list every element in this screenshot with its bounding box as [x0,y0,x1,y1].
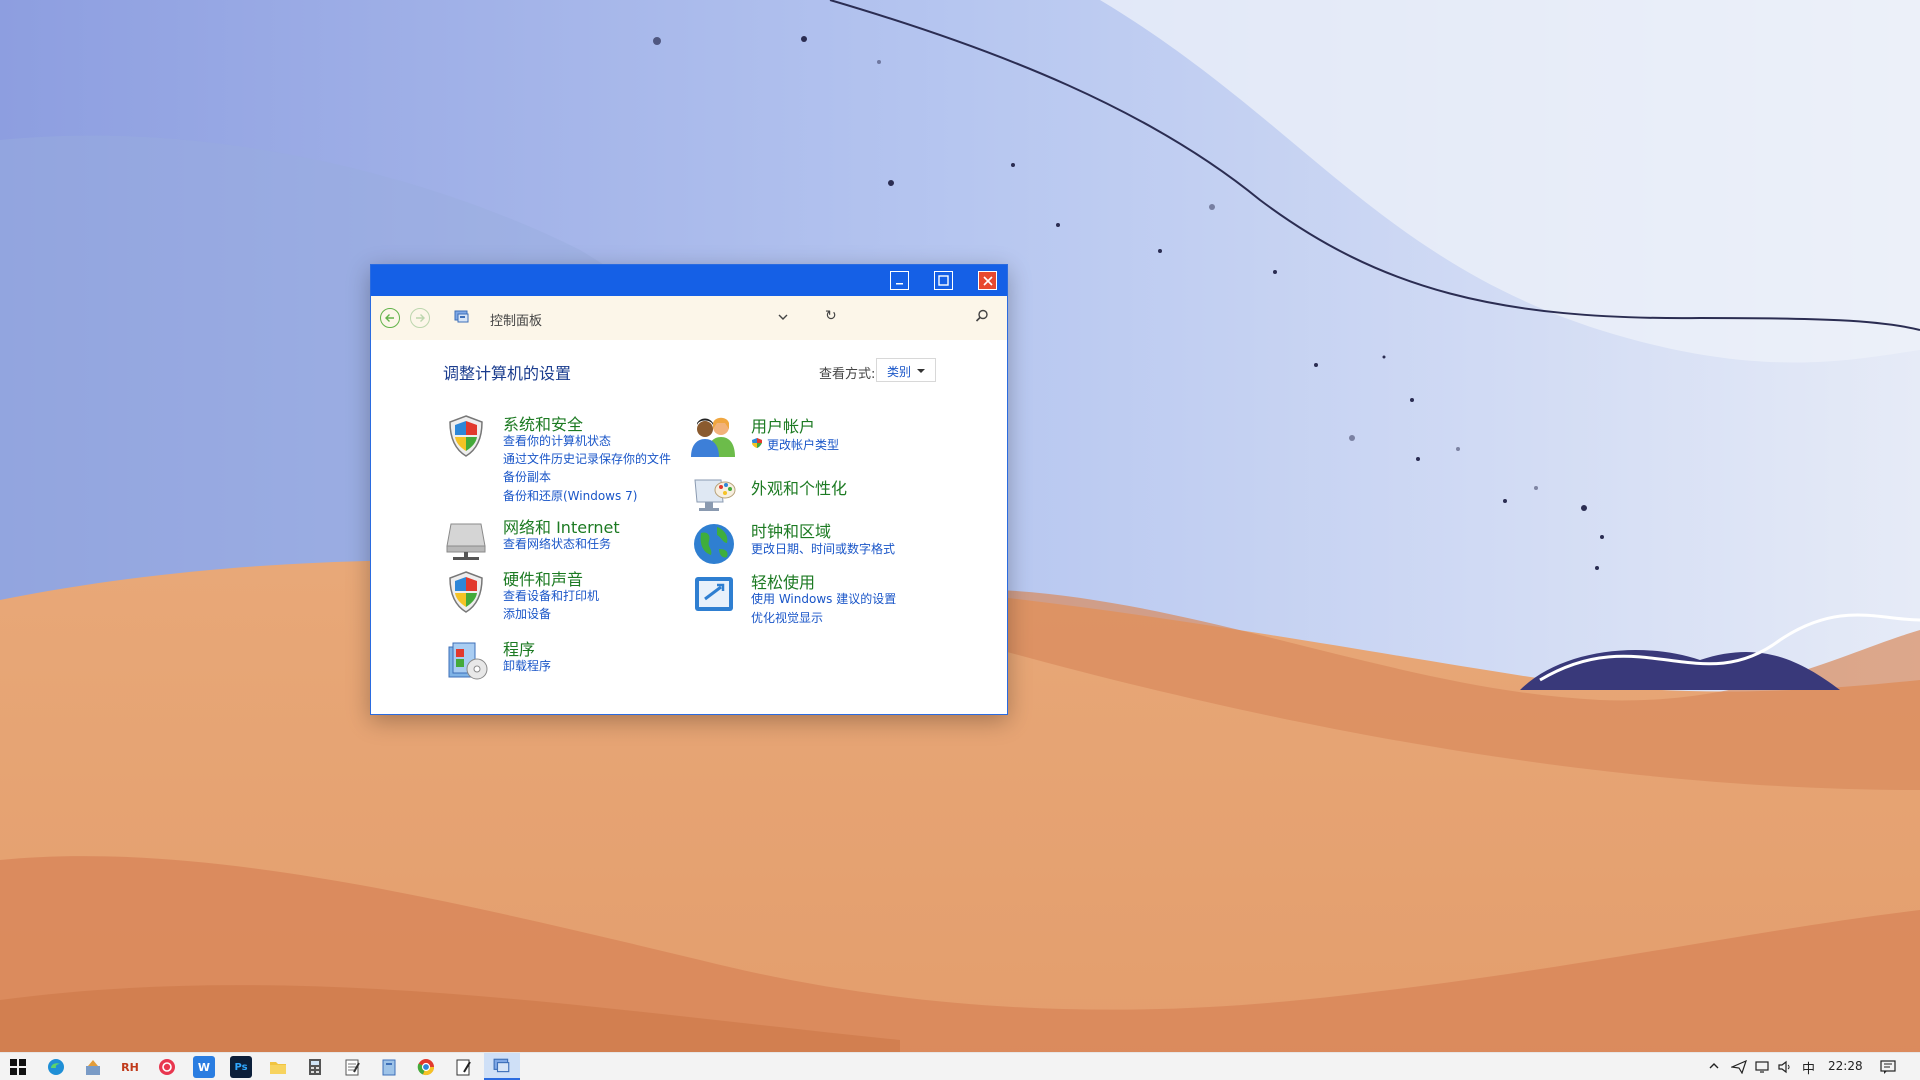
link-uninstall-program[interactable]: 卸载程序 [503,657,551,674]
network-icon[interactable] [1754,1060,1770,1074]
title-bar[interactable] [371,265,1007,296]
control-panel-icon [454,310,469,323]
notepad-button[interactable] [341,1056,363,1078]
explorer-button[interactable] [267,1056,289,1078]
taskbar: RH W Ps 中 22:28 [0,1052,1920,1080]
link-change-date-time[interactable]: 更改日期、时间或数字格式 [751,540,895,557]
link-add-device[interactable]: 添加设备 [503,605,551,622]
refresh-icon[interactable]: ↻ [825,308,837,324]
netease-icon [159,1059,175,1075]
edge-button[interactable] [45,1056,67,1078]
link-network-status[interactable]: 查看网络状态和任务 [503,535,611,552]
rh-button[interactable]: RH [119,1056,141,1078]
category-appearance[interactable]: 外观和个性化 [751,475,847,499]
link-change-account-type[interactable]: 更改帐户类型 [767,436,839,453]
link-file-history[interactable]: 通过文件历史记录保存你的文件备份副本 [503,450,679,486]
close-icon [982,275,993,286]
photoshop-icon: Ps [234,1061,248,1073]
hardware-shield-icon [449,571,483,613]
page-title: 调整计算机的设置 [443,364,572,383]
control-panel-taskbar-icon [493,1058,510,1072]
users-icon [691,417,735,457]
globe-icon [694,524,734,564]
ease-of-access-icon [695,577,733,611]
view-by-dropdown[interactable]: 类别 [876,358,936,382]
app-icon [86,1060,100,1075]
chevron-down-icon[interactable] [777,312,789,322]
volume-icon[interactable] [1777,1060,1793,1074]
editor-icon [456,1059,471,1076]
forward-button[interactable] [410,308,430,328]
control-panel-taskbar-button[interactable] [484,1053,520,1080]
minimize-icon [896,283,903,285]
send-icon[interactable] [1731,1060,1747,1074]
caret-down-icon [917,369,925,373]
link-recommended-settings[interactable]: 使用 Windows 建议的设置 [751,590,896,607]
editor-button[interactable] [452,1056,474,1078]
netease-button[interactable] [156,1056,178,1078]
view-by-label: 查看方式: [819,367,876,382]
maximize-icon [938,275,949,286]
search-icon[interactable] [975,309,989,323]
chrome-icon [417,1059,435,1076]
appearance-icon [694,479,736,511]
navigation-bar: 控制面板 ↻ [371,296,1007,340]
rh-icon: RH [121,1060,139,1074]
shield-icon [449,415,483,457]
programs-icon [448,642,488,680]
minimize-button[interactable] [890,271,909,290]
photoshop-button[interactable]: Ps [230,1056,252,1078]
close-button[interactable] [978,271,997,290]
start-button[interactable] [7,1056,29,1078]
edge-icon [48,1059,64,1075]
ime-indicator[interactable]: 中 [1802,1058,1815,1077]
notification-icon[interactable] [1880,1060,1896,1074]
calculator-icon [309,1059,321,1075]
link-devices-printers[interactable]: 查看设备和打印机 [503,587,599,604]
wps-button[interactable]: W [193,1056,215,1078]
notepad-icon [345,1059,360,1076]
network-drive-icon [446,523,486,560]
view-by-value: 类别 [887,365,912,379]
arrow-right-icon [416,314,425,322]
app-button[interactable] [82,1056,104,1078]
clock[interactable]: 22:28 [1828,1059,1863,1073]
files-icon [382,1059,396,1076]
uac-shield-icon [752,438,762,448]
chrome-button[interactable] [415,1056,437,1078]
files-button[interactable] [378,1056,400,1078]
address-path[interactable]: 控制面板 [490,310,542,329]
link-backup-restore[interactable]: 备份和还原(Windows 7) [503,487,637,504]
arrow-left-icon [385,314,394,322]
link-view-computer-status[interactable]: 查看你的计算机状态 [503,432,611,449]
link-optimize-visual[interactable]: 优化视觉显示 [751,609,823,626]
chevron-up-icon[interactable] [1708,1061,1720,1071]
category-clock-region[interactable]: 时钟和区域 [751,518,831,542]
folder-icon [270,1062,286,1074]
maximize-button[interactable] [934,271,953,290]
control-panel-window: 控制面板 ↻ 调整计算机的设置 查看方式: 类别 系统和安全 查看你的计算机状态… [370,264,1008,715]
wps-icon: W [197,1060,211,1074]
content-area: 调整计算机的设置 查看方式: 类别 系统和安全 查看你的计算机状态 通过文件历史… [371,340,1007,714]
calculator-button[interactable] [304,1056,326,1078]
category-user-accounts[interactable]: 用户帐户 [751,413,815,437]
start-icon [10,1059,26,1075]
back-button[interactable] [380,308,400,328]
